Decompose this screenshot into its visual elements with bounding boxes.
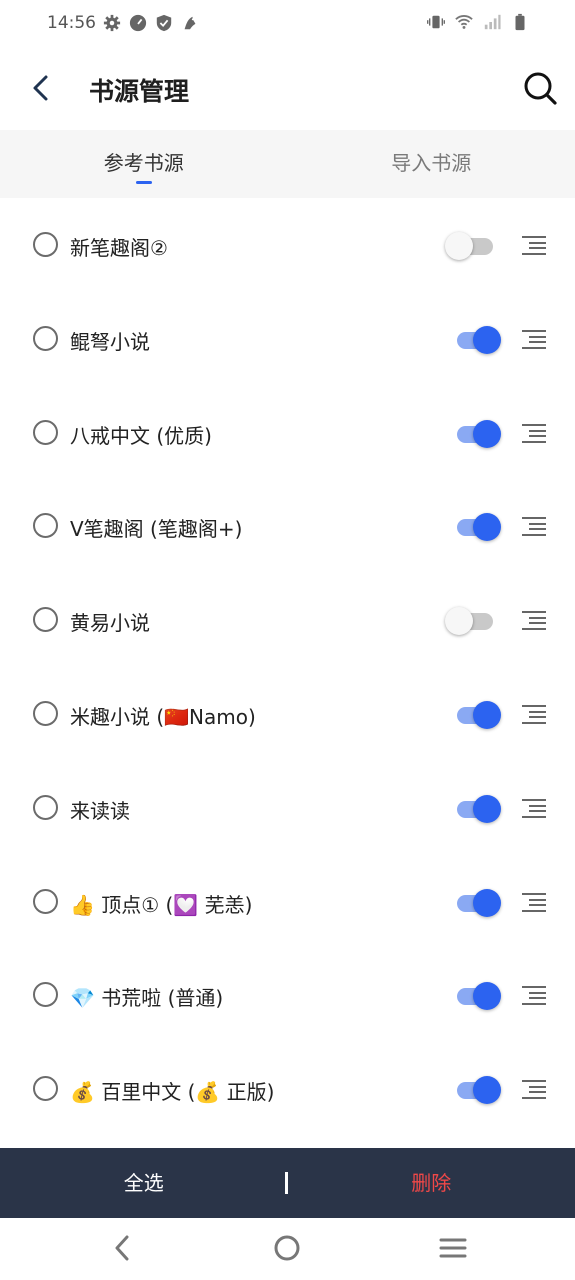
tab-label: 导入书源	[391, 151, 472, 175]
select-radio[interactable]	[33, 794, 58, 820]
action-divider	[285, 1172, 288, 1194]
gear-icon	[103, 14, 121, 32]
enable-toggle[interactable]	[445, 981, 503, 1011]
enable-toggle[interactable]	[445, 700, 503, 730]
source-list: 新笔趣阁② 鲲弩小说 八戒中文 (优质) V笔趣阁 (笔趣阁+) 黄易小说 米趣…	[0, 198, 575, 1136]
shield-icon	[156, 14, 172, 32]
list-item: 八戒中文 (优质)	[0, 386, 575, 480]
drag-handle-icon[interactable]	[520, 797, 548, 819]
source-name: 新笔趣阁②	[70, 236, 168, 260]
drag-handle-icon[interactable]	[520, 234, 548, 256]
enable-toggle[interactable]	[445, 512, 503, 542]
drag-handle-icon[interactable]	[520, 515, 548, 537]
tab-label: 参考书源	[103, 151, 184, 175]
list-item: 黄易小说	[0, 573, 575, 667]
select-radio[interactable]	[33, 325, 58, 351]
source-name: 鲲弩小说	[70, 329, 150, 354]
source-name: 黄易小说	[70, 611, 150, 636]
battery-icon	[515, 13, 525, 31]
enable-toggle[interactable]	[445, 1075, 503, 1105]
select-radio[interactable]	[33, 1076, 58, 1102]
select-radio[interactable]	[33, 419, 58, 445]
select-radio[interactable]	[33, 513, 58, 539]
home-circle-icon[interactable]	[271, 1232, 303, 1264]
list-item: 👍 顶点① (💟 芜恙)	[0, 855, 575, 949]
select-all-button[interactable]: 全选	[0, 1148, 288, 1218]
source-name: V笔趣阁 (笔趣阁+)	[70, 517, 243, 542]
list-item: 💎 书荒啦 (普通)	[0, 948, 575, 1042]
list-item: V笔趣阁 (笔趣阁+)	[0, 479, 575, 573]
enable-toggle[interactable]	[445, 325, 503, 355]
select-radio[interactable]	[33, 700, 58, 726]
drag-handle-icon[interactable]	[520, 891, 548, 913]
menu-lines-icon[interactable]	[437, 1232, 469, 1264]
status-time: 14:56	[47, 13, 96, 33]
list-item: 💰 百里中文 (💰 正版)	[0, 1042, 575, 1136]
system-nav-bar	[0, 1218, 575, 1280]
delete-button[interactable]: 删除	[288, 1148, 575, 1218]
tab-reference-sources[interactable]: 参考书源	[0, 130, 288, 198]
page-title: 书源管理	[89, 77, 190, 106]
list-item: 新笔趣阁②	[0, 198, 575, 292]
list-item: 来读读	[0, 761, 575, 855]
back-triangle-icon[interactable]	[106, 1232, 138, 1264]
enable-toggle[interactable]	[445, 606, 503, 636]
source-name: 👍 顶点① (💟 芜恙)	[70, 892, 253, 917]
drag-handle-icon[interactable]	[520, 609, 548, 631]
drag-handle-icon[interactable]	[520, 984, 548, 1006]
search-icon[interactable]	[522, 70, 558, 106]
source-name: 来读读	[70, 798, 130, 823]
drag-handle-icon[interactable]	[520, 1078, 548, 1100]
enable-toggle[interactable]	[445, 888, 503, 918]
enable-toggle[interactable]	[445, 419, 503, 449]
select-radio[interactable]	[33, 888, 58, 914]
drag-handle-icon[interactable]	[520, 328, 548, 350]
enable-toggle[interactable]	[445, 794, 503, 824]
speedometer-icon	[129, 14, 147, 32]
select-radio[interactable]	[33, 607, 58, 633]
source-name: 💰 百里中文 (💰 正版)	[70, 1080, 275, 1105]
select-radio[interactable]	[33, 982, 58, 1008]
source-name: 米趣小说 (🇨🇳Namo)	[70, 704, 256, 729]
source-tabs: 参考书源 导入书源	[0, 130, 575, 198]
drag-handle-icon[interactable]	[520, 422, 548, 444]
tab-imported-sources[interactable]: 导入书源	[288, 130, 575, 198]
select-radio[interactable]	[33, 232, 58, 257]
active-tab-indicator	[135, 181, 152, 184]
list-item: 鲲弩小说	[0, 292, 575, 386]
bulk-action-bar: 全选 删除	[0, 1148, 575, 1218]
arrow-left-icon[interactable]	[26, 70, 58, 106]
vibrate-icon	[427, 15, 445, 29]
app-header: 书源管理	[0, 48, 575, 130]
signal-icon	[484, 14, 501, 30]
bird-icon	[184, 16, 196, 30]
source-name: 八戒中文 (优质)	[70, 423, 212, 448]
list-item: 米趣小说 (🇨🇳Namo)	[0, 667, 575, 761]
enable-toggle[interactable]	[445, 231, 503, 261]
drag-handle-icon[interactable]	[520, 703, 548, 725]
wifi-icon	[455, 15, 473, 29]
status-bar: 14:56	[0, 0, 575, 48]
source-name: 💎 书荒啦 (普通)	[70, 986, 224, 1011]
